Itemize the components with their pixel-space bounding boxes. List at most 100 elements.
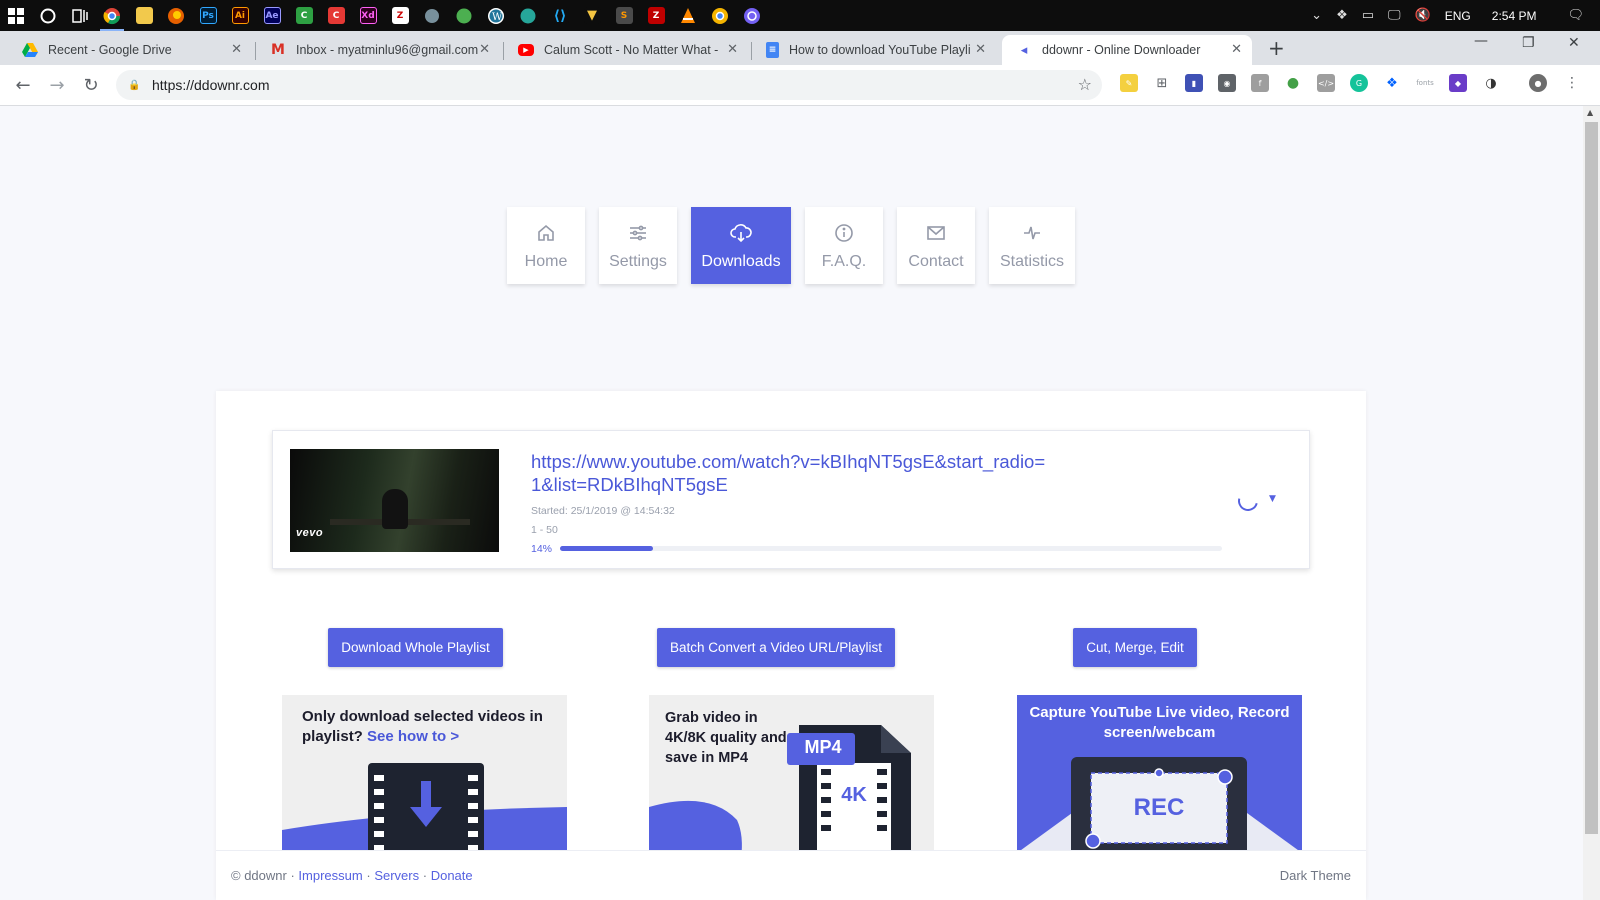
tab-youtube[interactable]: ▶ Calum Scott - No Matter What - ✕ [504,35,748,65]
viber-icon[interactable] [736,0,768,31]
photoshop-icon[interactable]: Ps [192,0,224,31]
messenger-app-icon[interactable] [448,0,480,31]
close-icon[interactable]: ✕ [1231,42,1242,57]
dark-reader-extension-icon[interactable]: ◑ [1482,74,1500,92]
dark-theme-toggle[interactable]: Dark Theme [1280,868,1351,883]
nav-downloads[interactable]: Downloads [691,207,791,284]
close-icon[interactable]: ✕ [975,42,986,57]
page-scrollbar[interactable]: ▲ [1583,106,1600,900]
close-icon[interactable]: ✕ [727,42,738,57]
notifications-icon[interactable]: 🗨 [1567,8,1584,23]
impressum-link[interactable]: Impressum [298,868,362,883]
lock-icon[interactable]: 🔒 [128,80,140,91]
file-explorer-icon[interactable] [128,0,160,31]
cast-extension-icon[interactable]: ⊞ [1153,74,1171,92]
cloud-download-icon [730,219,752,247]
sublime-icon[interactable]: S [608,0,640,31]
dropdown-caret-icon[interactable]: ▼ [1269,494,1276,504]
minimize-icon[interactable]: — [1474,33,1488,49]
dropbox-tray-icon[interactable]: ❖ [1336,8,1348,23]
donate-link[interactable]: Donate [431,868,473,883]
gem-extension-icon[interactable]: ◆ [1449,74,1467,92]
chrome-canary-icon[interactable] [704,0,736,31]
nav-statistics[interactable]: Statistics [989,207,1075,284]
dropbox-extension-icon[interactable]: ❖ [1383,74,1401,92]
bookmark-star-icon[interactable]: ☆ [1078,75,1092,94]
tab-google-drive[interactable]: Recent - Google Drive ✕ [8,35,252,65]
address-bar[interactable]: 🔒 https://ddownr.com ☆ [116,70,1102,100]
windows-start-icon[interactable] [0,0,32,31]
back-arrow-icon[interactable]: ← [6,75,40,96]
restore-icon[interactable]: ❐ [1522,35,1535,51]
google-docs-icon: ≡ [766,42,779,58]
adobe-xd-icon[interactable]: Xd [352,0,384,31]
new-tab-plus-icon[interactable]: + [1268,36,1285,60]
browser-tab-strip: Recent - Google Drive ✕ M Inbox - myatmi… [0,31,1600,65]
camtasia-recorder-icon[interactable]: C [320,0,352,31]
vlc-icon[interactable] [672,0,704,31]
tab-ddownr[interactable]: ◂ ddownr - Online Downloader ✕ [1002,35,1252,65]
cortana-icon[interactable] [32,0,64,31]
footer-separator: · [422,868,428,883]
battery-icon[interactable]: ▭ [1362,8,1374,23]
chrome-icon[interactable] [96,0,128,31]
video-thumbnail[interactable]: vevo [290,449,499,552]
nav-home[interactable]: Home [507,207,585,284]
nav-contact[interactable]: Contact [897,207,975,284]
vscode-icon[interactable]: ⟨⟩ [544,0,576,31]
clock[interactable]: 2:54 PM [1492,9,1537,23]
nav-faq[interactable]: F.A.Q. [805,207,883,284]
download-whole-playlist-button[interactable]: Download Whole Playlist [328,628,503,667]
servers-link[interactable]: Servers [374,868,419,883]
scrollbar-thumb[interactable] [1585,122,1598,834]
facebook-extension-icon[interactable]: f [1251,74,1269,92]
promo-4k-mp4[interactable]: Grab video in 4K/8K quality and save in … [649,695,934,859]
wordpress-icon[interactable]: W [480,0,512,31]
forward-arrow-icon[interactable]: → [40,75,74,96]
shield-extension-icon[interactable]: ◉ [1218,74,1236,92]
loading-spinner-icon [1234,487,1262,515]
task-view-icon[interactable] [64,0,96,31]
cut-merge-edit-button[interactable]: Cut, Merge, Edit [1073,628,1197,667]
scroll-up-arrow-icon[interactable]: ▲ [1587,108,1593,117]
download-url-link[interactable]: https://www.youtube.com/watch?v=kBIhqNT5… [531,450,1051,496]
sliders-icon [628,219,648,247]
filezilla-red-icon[interactable]: Z [384,0,416,31]
firefox-icon[interactable] [160,0,192,31]
mp4-badge: MP4 [804,737,842,757]
url-text[interactable]: https://ddownr.com [152,77,270,93]
green-app-icon[interactable] [512,0,544,31]
chrome-menu-icon[interactable]: ⋮ [1563,74,1581,92]
language-indicator[interactable]: ENG [1445,9,1471,23]
reload-icon[interactable]: ↻ [74,75,108,96]
camtasia-icon[interactable]: C [288,0,320,31]
fonts-extension-icon[interactable]: fonts [1416,74,1434,92]
download-range: 1 - 50 [531,524,558,536]
network-icon[interactable]: 🖵 [1388,8,1401,23]
close-icon[interactable]: ✕ [479,42,490,57]
code-extension-icon[interactable]: </> [1317,74,1335,92]
close-icon[interactable]: ✕ [231,42,242,57]
volume-muted-icon[interactable]: 🔇 [1415,8,1431,23]
tab-gmail[interactable]: M Inbox - myatminlu96@gmail.com ✕ [256,35,500,65]
batch-convert-button[interactable]: Batch Convert a Video URL/Playlist [657,628,895,667]
illustrator-icon[interactable]: Ai [224,0,256,31]
rec-label: REC [1133,794,1185,821]
tab-google-docs[interactable]: ≡ How to download YouTube Playli ✕ [752,35,996,65]
filezilla-icon[interactable]: Z [640,0,672,31]
sync-app-icon[interactable] [416,0,448,31]
tray-chevron-up-icon[interactable]: ⌄ [1311,8,1322,23]
torch-icon[interactable]: ▼ [576,0,608,31]
globe-extension-icon[interactable]: ● [1284,74,1302,92]
profile-avatar[interactable]: ● [1529,74,1547,92]
browser-toolbar: ← → ↻ 🔒 https://ddownr.com ☆ ✎ ⊞ ▮ ◉ f ●… [0,65,1600,106]
grammarly-extension-icon[interactable]: G [1350,74,1368,92]
color-picker-extension-icon[interactable]: ✎ [1120,74,1138,92]
promo-capture-live[interactable]: Capture YouTube Live video, Record scree… [1017,695,1302,859]
after-effects-icon[interactable]: Ae [256,0,288,31]
window-close-icon[interactable]: ✕ [1568,35,1580,51]
nav-settings[interactable]: Settings [599,207,677,284]
ruler-extension-icon[interactable]: ▮ [1185,74,1203,92]
page-footer: © ddownr · Impressum · Servers · Donate … [216,850,1366,900]
promo-selected-videos[interactable]: Only download selected videos in playlis… [282,695,567,859]
